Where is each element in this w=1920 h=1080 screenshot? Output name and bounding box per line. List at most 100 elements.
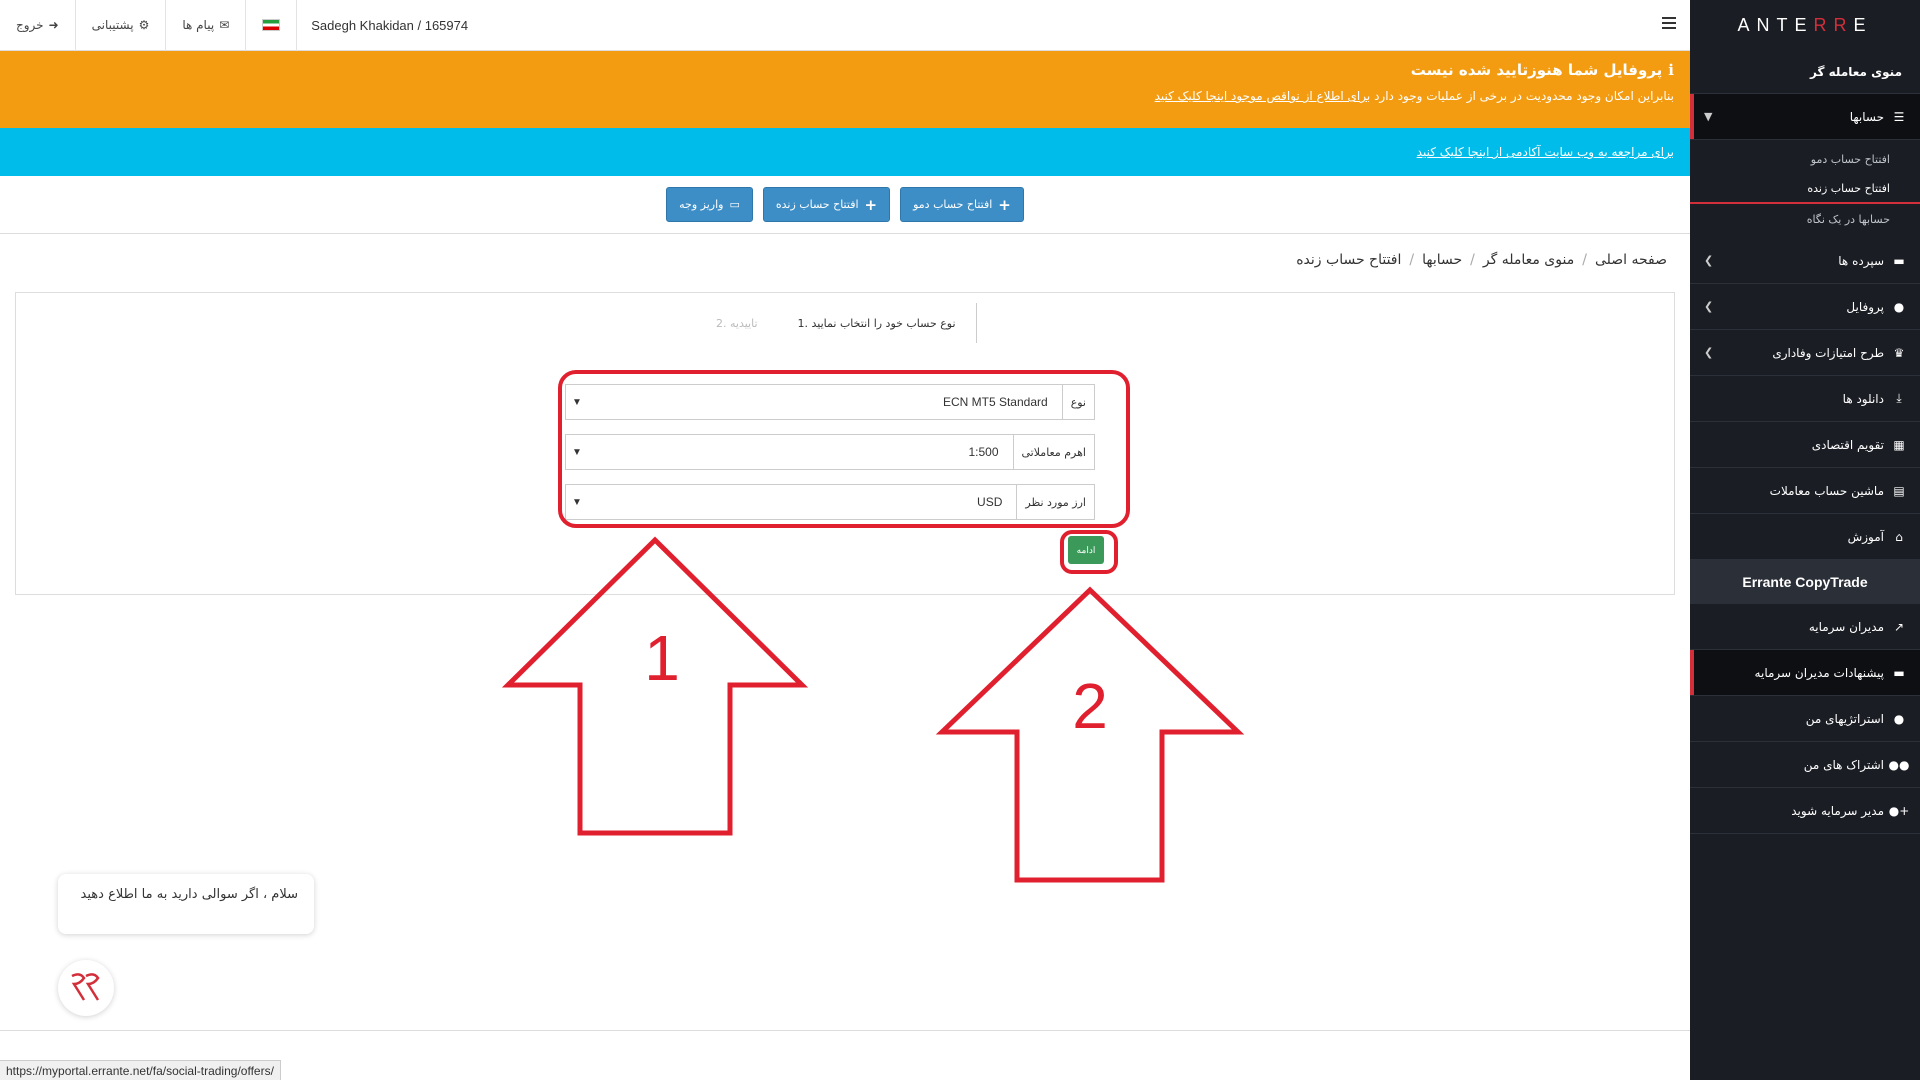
chat-bubble[interactable]: سلام ، اگر سوالی دارید به ما اطلاع دهید xyxy=(58,874,314,934)
leverage-select[interactable]: اهرم معاملاتی 1:500 ▼ xyxy=(565,434,1095,470)
info-icon: ℹ xyxy=(1668,61,1674,79)
calendar-icon: ▦ xyxy=(1893,437,1905,452)
sidebar-title: منوی معامله گر xyxy=(1690,50,1920,94)
sidebar-item-1[interactable]: ● پروفایل ❯ xyxy=(1690,284,1920,330)
submenu-live-account[interactable]: افتتاح حساب زنده xyxy=(1690,174,1920,204)
user-info: Sadegh Khakidan / 165974 xyxy=(311,17,469,33)
copytrade-item-label: پیشنهادات مدیران سرمایه xyxy=(1754,665,1884,680)
breadcrumb: صفحه اصلی / منوی معامله گر / حسابها / اف… xyxy=(1296,252,1667,268)
annotation-arrow-2 xyxy=(935,586,1245,883)
accounts-submenu: افتتاح حساب دمو افتتاح حساب زنده حسابها … xyxy=(1690,140,1920,238)
copytrade-item-label: اشتراک های من xyxy=(1803,757,1884,772)
banner-title: پروفایل شما هنوزتایید شده نیست xyxy=(1410,61,1663,79)
breadcrumb-accounts[interactable]: حسابها xyxy=(1422,252,1462,268)
sidebar-item-label: حسابها xyxy=(1849,109,1884,124)
sidebar: E RR ANTE منوی معامله گر ☰ حسابها ▼ افتتاح… xyxy=(1690,0,1920,1080)
errante-logo[interactable]: E RR ANTE xyxy=(1690,0,1920,50)
academy-link[interactable]: برای مراجعه به وب سایت آکادمی از اینجا ک… xyxy=(1417,145,1674,159)
open-live-button[interactable]: + افتتاح حساب زنده xyxy=(762,187,891,222)
sidebar-item-6[interactable]: ⌂ آموزش xyxy=(1690,514,1920,560)
currency-label: ارز مورد نظر xyxy=(1016,485,1094,519)
chart-icon: ↗ xyxy=(1893,619,1905,634)
leverage-value: 1:500 xyxy=(968,445,999,459)
sign-out-icon: ➜ xyxy=(48,18,59,32)
submenu-demo-account[interactable]: افتتاح حساب دمو xyxy=(1690,144,1920,174)
copytrade-item-label: مدیران سرمایه xyxy=(1808,619,1884,634)
credit-card-icon: ▭ xyxy=(729,198,740,211)
breadcrumb-home[interactable]: صفحه اصلی xyxy=(1595,252,1667,268)
top-bar: ➜ خروج ⚙ پشتیبانی ✉ پیام ها Sadegh Khaki… xyxy=(0,0,1690,51)
support-button[interactable]: ⚙ پشتیبانی xyxy=(76,0,167,51)
step-1: نوع حساب خود را انتخاب نمایید .1 xyxy=(758,303,977,343)
chevron-down-icon: ▼ xyxy=(1704,110,1713,123)
logout-button[interactable]: ➜ خروج xyxy=(0,0,76,51)
messages-button[interactable]: ✉ پیام ها xyxy=(166,0,247,51)
plus-icon: + xyxy=(864,195,878,214)
action-buttons: + افتتاح حساب دمو + افتتاح حساب زنده ▭ و… xyxy=(0,176,1690,234)
institution-icon: ⌂ xyxy=(1895,529,1903,544)
user-tie-icon: ● xyxy=(1893,711,1905,726)
copytrade-item-3[interactable]: ●● اشتراک های من xyxy=(1690,742,1920,788)
trophy-icon: ♛ xyxy=(1893,345,1905,360)
chat-launcher[interactable] xyxy=(58,960,114,1016)
annotation-number-2: 2 xyxy=(1072,670,1108,742)
hamburger-menu-icon[interactable] xyxy=(1662,17,1676,29)
copytrade-item-0[interactable]: ↗ مدیران سرمایه xyxy=(1690,604,1920,650)
sidebar-item-0[interactable]: ▬ سپرده ها ❯ xyxy=(1690,238,1920,284)
sidebar-item-label: پروفایل xyxy=(1846,299,1884,314)
lifebuoy-icon: ⚙ xyxy=(138,18,150,32)
copytrade-item-1[interactable]: ▬ پیشنهادات مدیران سرمایه xyxy=(1690,650,1920,696)
chevron-right-icon: ❯ xyxy=(1704,254,1714,267)
chevron-down-icon: ▼ xyxy=(572,396,582,408)
footer-divider xyxy=(0,1030,1690,1031)
envelope-icon: ✉ xyxy=(219,18,230,32)
user-plus-icon: +● xyxy=(1888,803,1910,818)
sidebar-item-5[interactable]: ▤ ماشین حساب معاملات xyxy=(1690,468,1920,514)
copytrade-item-label: استراتژیهای من xyxy=(1805,711,1884,726)
copytrade-header: Errante CopyTrade xyxy=(1690,560,1920,604)
account-type-label: نوع xyxy=(1061,385,1094,419)
user-icon: ● xyxy=(1893,299,1905,314)
sidebar-item-2[interactable]: ♛ طرح امتیازات وفاداری ❯ xyxy=(1690,330,1920,376)
copytrade-item-label: مدیر سرمایه شوید xyxy=(1791,803,1884,818)
breadcrumb-current: افتتاح حساب زنده xyxy=(1296,252,1402,268)
card-icon: ▬ xyxy=(1893,665,1905,680)
sidebar-item-label: دانلود ها xyxy=(1842,391,1884,406)
banner-link[interactable]: برای اطلاع از نواقص موجود اینجا کلیک کنی… xyxy=(1155,89,1371,103)
plus-icon: + xyxy=(998,195,1011,214)
breadcrumb-trader-menu[interactable]: منوی معامله گر xyxy=(1483,252,1574,268)
sidebar-item-accounts[interactable]: ☰ حسابها ▼ xyxy=(1690,94,1920,140)
sidebar-item-4[interactable]: ▦ تقویم اقتصادی xyxy=(1690,422,1920,468)
account-type-select[interactable]: نوع ECN MT5 Standard ▼ xyxy=(565,384,1095,420)
iran-flag-icon xyxy=(262,19,281,31)
list-icon: ☰ xyxy=(1893,109,1905,124)
step-2: تاییدیه .2 xyxy=(716,316,758,330)
currency-value: USD xyxy=(977,495,1003,509)
chevron-right-icon: ❯ xyxy=(1704,300,1714,313)
download-icon: ⤓ xyxy=(1896,391,1902,405)
language-flag[interactable] xyxy=(246,0,298,51)
continue-button[interactable]: ادامه xyxy=(1068,536,1104,564)
sidebar-item-label: تقویم اقتصادی xyxy=(1811,437,1884,452)
card-icon: ▬ xyxy=(1893,253,1905,268)
sidebar-item-label: طرح امتیازات وفاداری xyxy=(1772,345,1884,360)
open-demo-button[interactable]: + افتتاح حساب دمو xyxy=(900,187,1024,222)
sidebar-item-label: ماشین حساب معاملات xyxy=(1769,483,1884,498)
deposit-button[interactable]: ▭ واریز وجه xyxy=(666,187,753,222)
copytrade-item-2[interactable]: ● استراتژیهای من xyxy=(1690,696,1920,742)
banner-text: بنابراین امکان وجود محدودیت در برخی از ع… xyxy=(1374,89,1674,103)
chevron-down-icon: ▼ xyxy=(572,446,582,458)
status-bar-url: https://myportal.errante.net/fa/social-t… xyxy=(0,1060,281,1080)
calculator-icon: ▤ xyxy=(1893,483,1905,498)
copytrade-item-4[interactable]: +● مدیر سرمایه شوید xyxy=(1690,788,1920,834)
users-icon: ●● xyxy=(1888,757,1910,772)
leverage-label: اهرم معاملاتی xyxy=(1012,435,1094,469)
sidebar-item-3[interactable]: ⤓ دانلود ها xyxy=(1690,376,1920,422)
wizard-steps: نوع حساب خود را انتخاب نمایید .1 تاییدیه… xyxy=(716,303,977,343)
sidebar-item-label: سپرده ها xyxy=(1838,253,1884,268)
annotation-number-1: 1 xyxy=(644,622,680,694)
sidebar-item-label: آموزش xyxy=(1847,529,1884,544)
errante-chat-logo-icon xyxy=(71,973,100,1001)
currency-select[interactable]: ارز مورد نظر USD ▼ xyxy=(565,484,1095,520)
submenu-accounts-overview[interactable]: حسابها در یک نگاه xyxy=(1690,204,1920,234)
